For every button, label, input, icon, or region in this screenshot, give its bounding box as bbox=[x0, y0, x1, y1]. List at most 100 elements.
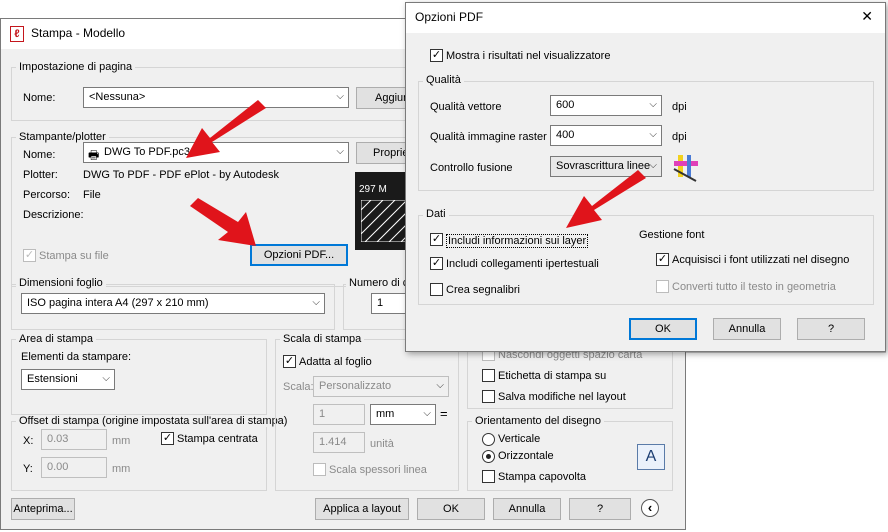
chevron-down-icon: ⌵ bbox=[102, 373, 110, 384]
close-icon[interactable]: ✕ bbox=[861, 8, 873, 25]
chevron-down-icon: ⌵ bbox=[312, 297, 320, 308]
autocad-app-icon: ℓ bbox=[10, 26, 24, 42]
what-to-plot-select[interactable]: Estensioni ⌵ bbox=[21, 369, 115, 390]
scale-label: Scala: bbox=[283, 381, 314, 393]
paper-preview: 297 M bbox=[355, 172, 411, 250]
plot-area-label: Area di stampa bbox=[16, 333, 96, 345]
offset-y-unit: mm bbox=[112, 463, 131, 475]
scale-equals: = bbox=[440, 406, 448, 421]
pdf-titlebar: Opzioni PDF ✕ bbox=[406, 3, 885, 33]
raster-dpi-label: dpi bbox=[672, 131, 687, 143]
landscape-label: Orizzontale bbox=[498, 450, 554, 462]
show-results-checkbox[interactable]: ✓ bbox=[430, 49, 443, 62]
center-plot-checkbox[interactable]: ✓ bbox=[161, 432, 174, 445]
data-label: Dati bbox=[423, 208, 449, 220]
description-label: Descrizione: bbox=[23, 209, 84, 221]
capture-fonts-checkbox[interactable]: ✓ bbox=[656, 253, 669, 266]
convert-text-checkbox[interactable] bbox=[656, 280, 669, 293]
print-to-file-checkbox[interactable]: ✓ bbox=[23, 249, 36, 262]
pdf-cancel-button[interactable]: Annulla bbox=[713, 318, 781, 340]
chevron-down-icon: ⌵ bbox=[649, 99, 657, 110]
raster-quality-label: Qualità immagine raster bbox=[430, 131, 547, 143]
upside-down-label: Stampa capovolta bbox=[498, 471, 587, 483]
page-setup-name-label: Nome: bbox=[23, 92, 56, 104]
vector-quality-select[interactable]: 600 ⌵ bbox=[550, 95, 662, 116]
scale-numerator-input[interactable]: 1 bbox=[313, 404, 365, 425]
pdf-options-button[interactable]: Opzioni PDF... bbox=[250, 244, 348, 266]
show-results-label: Mostra i risultati nel visualizzatore bbox=[446, 50, 611, 62]
print-to-file-label: Stampa su file bbox=[39, 250, 109, 262]
apply-to-layout-button[interactable]: Applica a layout bbox=[315, 498, 409, 520]
capture-fonts-label: Acquisisci i font utilizzati nel disegno bbox=[672, 254, 850, 266]
plot-dialog-title: Stampa - Modello bbox=[31, 26, 126, 40]
bookmarks-checkbox[interactable] bbox=[430, 283, 443, 296]
paper-preview-dimension: 297 M bbox=[359, 184, 387, 195]
chevron-left-icon: ‹ bbox=[647, 500, 653, 515]
merge-lines-icon bbox=[673, 155, 698, 182]
plot-scale-label: Scala di stampa bbox=[280, 333, 365, 345]
merge-control-label: Controllo fusione bbox=[430, 162, 513, 174]
chevron-down-icon: ⌵ bbox=[436, 380, 444, 391]
background-sheet bbox=[686, 352, 886, 528]
plot-help-button[interactable]: ? bbox=[569, 498, 631, 520]
upside-down-checkbox[interactable] bbox=[482, 470, 495, 483]
pdf-help-button[interactable]: ? bbox=[797, 318, 865, 340]
center-plot-label: Stampa centrata bbox=[177, 433, 258, 445]
hyperlinks-label: Includi collegamenti ipertestuali bbox=[446, 258, 599, 270]
offset-x-input[interactable]: 0.03 bbox=[41, 429, 107, 450]
path-label: Percorso: bbox=[23, 189, 71, 201]
merge-control-select[interactable]: Sovrascrittura linee ⌵ bbox=[550, 156, 662, 177]
portrait-radio[interactable] bbox=[482, 433, 495, 446]
save-changes-checkbox[interactable] bbox=[482, 390, 495, 403]
offset-x-label: X: bbox=[23, 435, 34, 447]
what-to-plot-label: Elementi da stampare: bbox=[21, 351, 132, 363]
pdf-options-dialog: Opzioni PDF ✕ ✓ Mostra i risultati nel v… bbox=[405, 2, 886, 352]
bookmarks-label: Crea segnalibri bbox=[446, 284, 520, 296]
plot-stamp-checkbox[interactable] bbox=[482, 369, 495, 382]
collapse-options-button[interactable]: ‹ bbox=[641, 499, 659, 517]
orientation-label: Orientamento del disegno bbox=[472, 415, 604, 427]
page-setup-name-select[interactable]: <Nessuna> ⌵ bbox=[83, 87, 349, 108]
preview-button[interactable]: Anteprima... bbox=[11, 498, 75, 520]
chevron-down-icon: ⌵ bbox=[649, 160, 657, 171]
paper-preview-hatch bbox=[361, 200, 411, 242]
layer-info-label: Includi informazioni sui layer bbox=[446, 234, 589, 248]
plotter-icon: 🖶 bbox=[88, 148, 100, 162]
scale-units-label: unità bbox=[370, 438, 394, 450]
offset-y-input[interactable]: 0.00 bbox=[41, 457, 107, 478]
convert-text-label: Converti tutto il testo in geometria bbox=[672, 281, 836, 293]
layer-info-checkbox[interactable]: ✓ bbox=[430, 233, 443, 246]
plot-offset-label: Offset di stampa (origine impostata sull… bbox=[16, 415, 291, 427]
scale-select[interactable]: Personalizzato ⌵ bbox=[313, 376, 449, 397]
quality-label: Qualità bbox=[423, 74, 464, 86]
chevron-down-icon: ⌵ bbox=[336, 146, 344, 157]
vector-quality-label: Qualità vettore bbox=[430, 101, 502, 113]
hyperlinks-checkbox[interactable]: ✓ bbox=[430, 257, 443, 270]
paper-size-label: Dimensioni foglio bbox=[16, 277, 106, 289]
plotter-value: DWG To PDF - PDF ePlot - by Autodesk bbox=[83, 169, 280, 181]
printer-name-select[interactable]: 🖶 DWG To PDF.pc3 ⌵ bbox=[83, 142, 349, 163]
pdf-ok-button[interactable]: OK bbox=[629, 318, 697, 340]
offset-y-label: Y: bbox=[23, 463, 33, 475]
fit-to-paper-label: Adatta al foglio bbox=[299, 356, 372, 368]
fit-to-paper-checkbox[interactable]: ✓ bbox=[283, 355, 296, 368]
plot-cancel-button[interactable]: Annulla bbox=[493, 498, 561, 520]
raster-quality-select[interactable]: 400 ⌵ bbox=[550, 125, 662, 146]
orientation-preview-icon: A bbox=[637, 444, 665, 470]
scale-lineweights-checkbox[interactable] bbox=[313, 463, 326, 476]
paper-size-select[interactable]: ISO pagina intera A4 (297 x 210 mm) ⌵ bbox=[21, 293, 325, 314]
portrait-label: Verticale bbox=[498, 433, 541, 445]
vector-dpi-label: dpi bbox=[672, 101, 687, 113]
path-value: File bbox=[83, 189, 101, 201]
chevron-down-icon: ⌵ bbox=[423, 408, 431, 419]
pdf-dialog-title: Opzioni PDF bbox=[415, 10, 484, 24]
chevron-down-icon: ⌵ bbox=[336, 91, 344, 102]
save-changes-label: Salva modifiche nel layout bbox=[498, 391, 626, 403]
scale-denominator-input[interactable]: 1.414 bbox=[313, 432, 365, 453]
plot-ok-button[interactable]: OK bbox=[417, 498, 485, 520]
font-handling-label: Gestione font bbox=[639, 229, 705, 241]
landscape-radio[interactable] bbox=[482, 450, 495, 463]
scale-lineweights-label: Scala spessori linea bbox=[329, 464, 427, 476]
scale-unit-select[interactable]: mm ⌵ bbox=[370, 404, 436, 425]
plot-stamp-label: Etichetta di stampa su bbox=[498, 370, 607, 382]
